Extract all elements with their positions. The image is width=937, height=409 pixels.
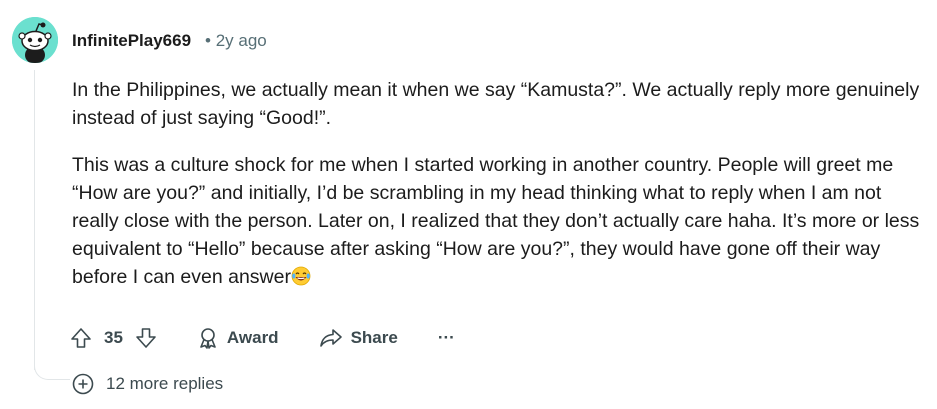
downvote-button[interactable] [135,327,157,349]
share-icon [319,329,342,347]
upvote-button[interactable] [70,327,92,349]
more-options-icon: ··· [437,328,455,347]
comment-paragraph: In the Philippines, we actually mean it … [72,79,920,129]
comment-actions: 35 Award Share ··· [70,323,455,353]
thread-connector [34,350,70,380]
more-replies-button[interactable]: 12 more replies [72,373,223,395]
comment-body: In the Philippines, we actually mean it … [72,76,922,310]
upvote-arrow-icon [71,328,91,348]
more-options-button[interactable]: ··· [438,328,455,348]
downvote-arrow-icon [136,328,156,348]
plus-circle-icon [72,373,94,395]
award-button[interactable]: Award [197,327,279,349]
username[interactable]: InfinitePlay669 [72,31,191,51]
reddit-snoo-icon [12,17,58,63]
avatar[interactable] [12,17,58,63]
meta-separator: • [205,31,211,50]
vote-count: 35 [104,328,123,347]
more-replies-label: 12 more replies [106,374,224,393]
comment-meta: • 2y ago [205,31,267,51]
share-button[interactable]: Share [319,327,398,349]
laughing-with-tears-emoji-icon [291,266,311,286]
timestamp[interactable]: 2y ago [216,31,267,50]
comment-paragraph-text: This was a culture shock for me when I s… [72,154,920,288]
thread-line [34,70,35,370]
comment-paragraph: This was a culture shock for me when I s… [72,151,922,291]
award-icon [200,328,216,349]
share-label: Share [350,328,398,347]
award-label: Award [226,328,279,347]
